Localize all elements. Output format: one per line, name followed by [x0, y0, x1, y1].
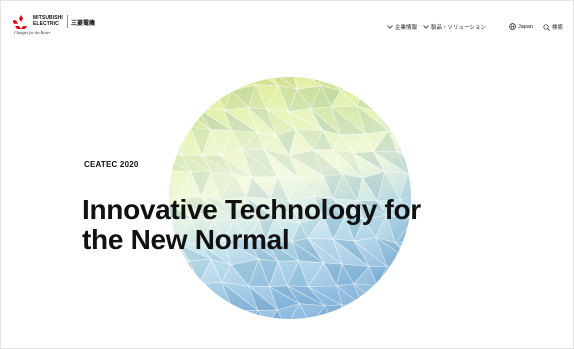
- brand-name-jp: 三菱電機: [71, 21, 96, 27]
- sphere-facet: [178, 287, 210, 307]
- nav-corporate-label: 企業情報: [395, 25, 418, 31]
- sphere-facet: [169, 286, 192, 308]
- brand-tagline: Changes for the Better: [14, 30, 51, 35]
- sphere-facet: [386, 307, 411, 319]
- page-title-line-2: the New Normal: [82, 224, 290, 255]
- sphere-facet: [386, 261, 411, 285]
- sphere-facet: [169, 105, 192, 128]
- sphere-facet: [402, 307, 411, 319]
- sphere-facet: [170, 259, 190, 290]
- sphere-facet: [412, 261, 415, 287]
- sphere-facet: [169, 77, 190, 88]
- sphere-facet: [169, 286, 192, 307]
- sphere-facet: [354, 77, 389, 86]
- sphere-facet: [406, 128, 411, 151]
- nav-region-label: Japan: [518, 23, 533, 30]
- chevron-down-icon: [387, 25, 393, 29]
- sphere-facet: [178, 86, 198, 109]
- sphere-facet: [175, 77, 214, 86]
- sphere-facet: [351, 305, 378, 319]
- page-title-line-1: Innovative Technology for: [82, 194, 421, 225]
- sphere-facet: [171, 84, 190, 107]
- sphere-facet: [387, 84, 411, 114]
- sphere-facet: [169, 83, 180, 108]
- brand-name: MITSUBISHI ELECTRIC: [33, 15, 63, 27]
- sphere-facet: [341, 304, 363, 319]
- sphere-facet: [395, 261, 411, 288]
- sphere-facet: [175, 77, 215, 88]
- three-diamonds-icon: [13, 15, 27, 29]
- site-header: MITSUBISHI ELECTRIC Changes for the Bett…: [0, 0, 574, 40]
- sphere-facet: [374, 77, 411, 87]
- sphere-facet: [199, 77, 232, 92]
- sphere-facet: [190, 303, 210, 319]
- sphere-facet: [169, 77, 190, 88]
- nav-products[interactable]: 製品・ソリューション: [423, 23, 486, 31]
- nav-region[interactable]: Japan: [509, 23, 533, 30]
- nav-products-label: 製品・ソリューション: [431, 25, 486, 31]
- sphere-facet: [376, 283, 411, 309]
- sphere-facet: [401, 111, 411, 130]
- sphere-facet: [178, 283, 210, 305]
- sphere-facet: [401, 85, 411, 114]
- sphere-facet: [169, 259, 181, 290]
- nav-search-label: 検索: [552, 25, 564, 31]
- search-icon: [543, 23, 550, 31]
- sphere-facet: [413, 303, 415, 323]
- event-label: CEATEC 2020: [84, 160, 139, 169]
- nav-search[interactable]: 検索: [543, 23, 563, 31]
- sphere-facet: [374, 84, 403, 114]
- sphere-facet: [169, 106, 192, 133]
- sphere-facet: [401, 112, 411, 134]
- sphere-facet: [169, 306, 180, 319]
- page-title: Innovative Technology for the New Normal: [82, 195, 542, 255]
- brand-divider: [67, 15, 68, 28]
- chevron-down-icon: [423, 25, 429, 29]
- sphere-facet: [410, 85, 411, 113]
- sphere-facet: [198, 303, 225, 319]
- sphere-facet: [401, 77, 411, 89]
- sphere-facet: [376, 284, 411, 312]
- sphere-facet: [169, 131, 182, 155]
- sphere-facet: [374, 77, 411, 88]
- sphere-facet: [361, 305, 388, 319]
- sphere-facet: [178, 305, 200, 319]
- sphere-facet: [200, 77, 232, 92]
- sphere-facet: [218, 77, 257, 86]
- sphere-facet: [401, 77, 411, 89]
- hero-section: CEATEC 2020 Innovative Technology for th…: [0, 40, 574, 349]
- globe-icon: [509, 23, 516, 30]
- sphere-facet: [395, 283, 411, 305]
- sphere-facet: [188, 84, 214, 109]
- mitsubishi-logo[interactable]: MITSUBISHI ELECTRIC Changes for the Bett…: [13, 14, 133, 36]
- sphere-facet: [223, 309, 247, 319]
- sphere-facet: [354, 77, 389, 91]
- sphere-facet: [169, 305, 192, 319]
- sphere-facet: [208, 303, 234, 319]
- nav-corporate[interactable]: 企業情報: [387, 23, 417, 31]
- sphere-facet: [395, 283, 411, 309]
- sphere-facet: [375, 310, 404, 319]
